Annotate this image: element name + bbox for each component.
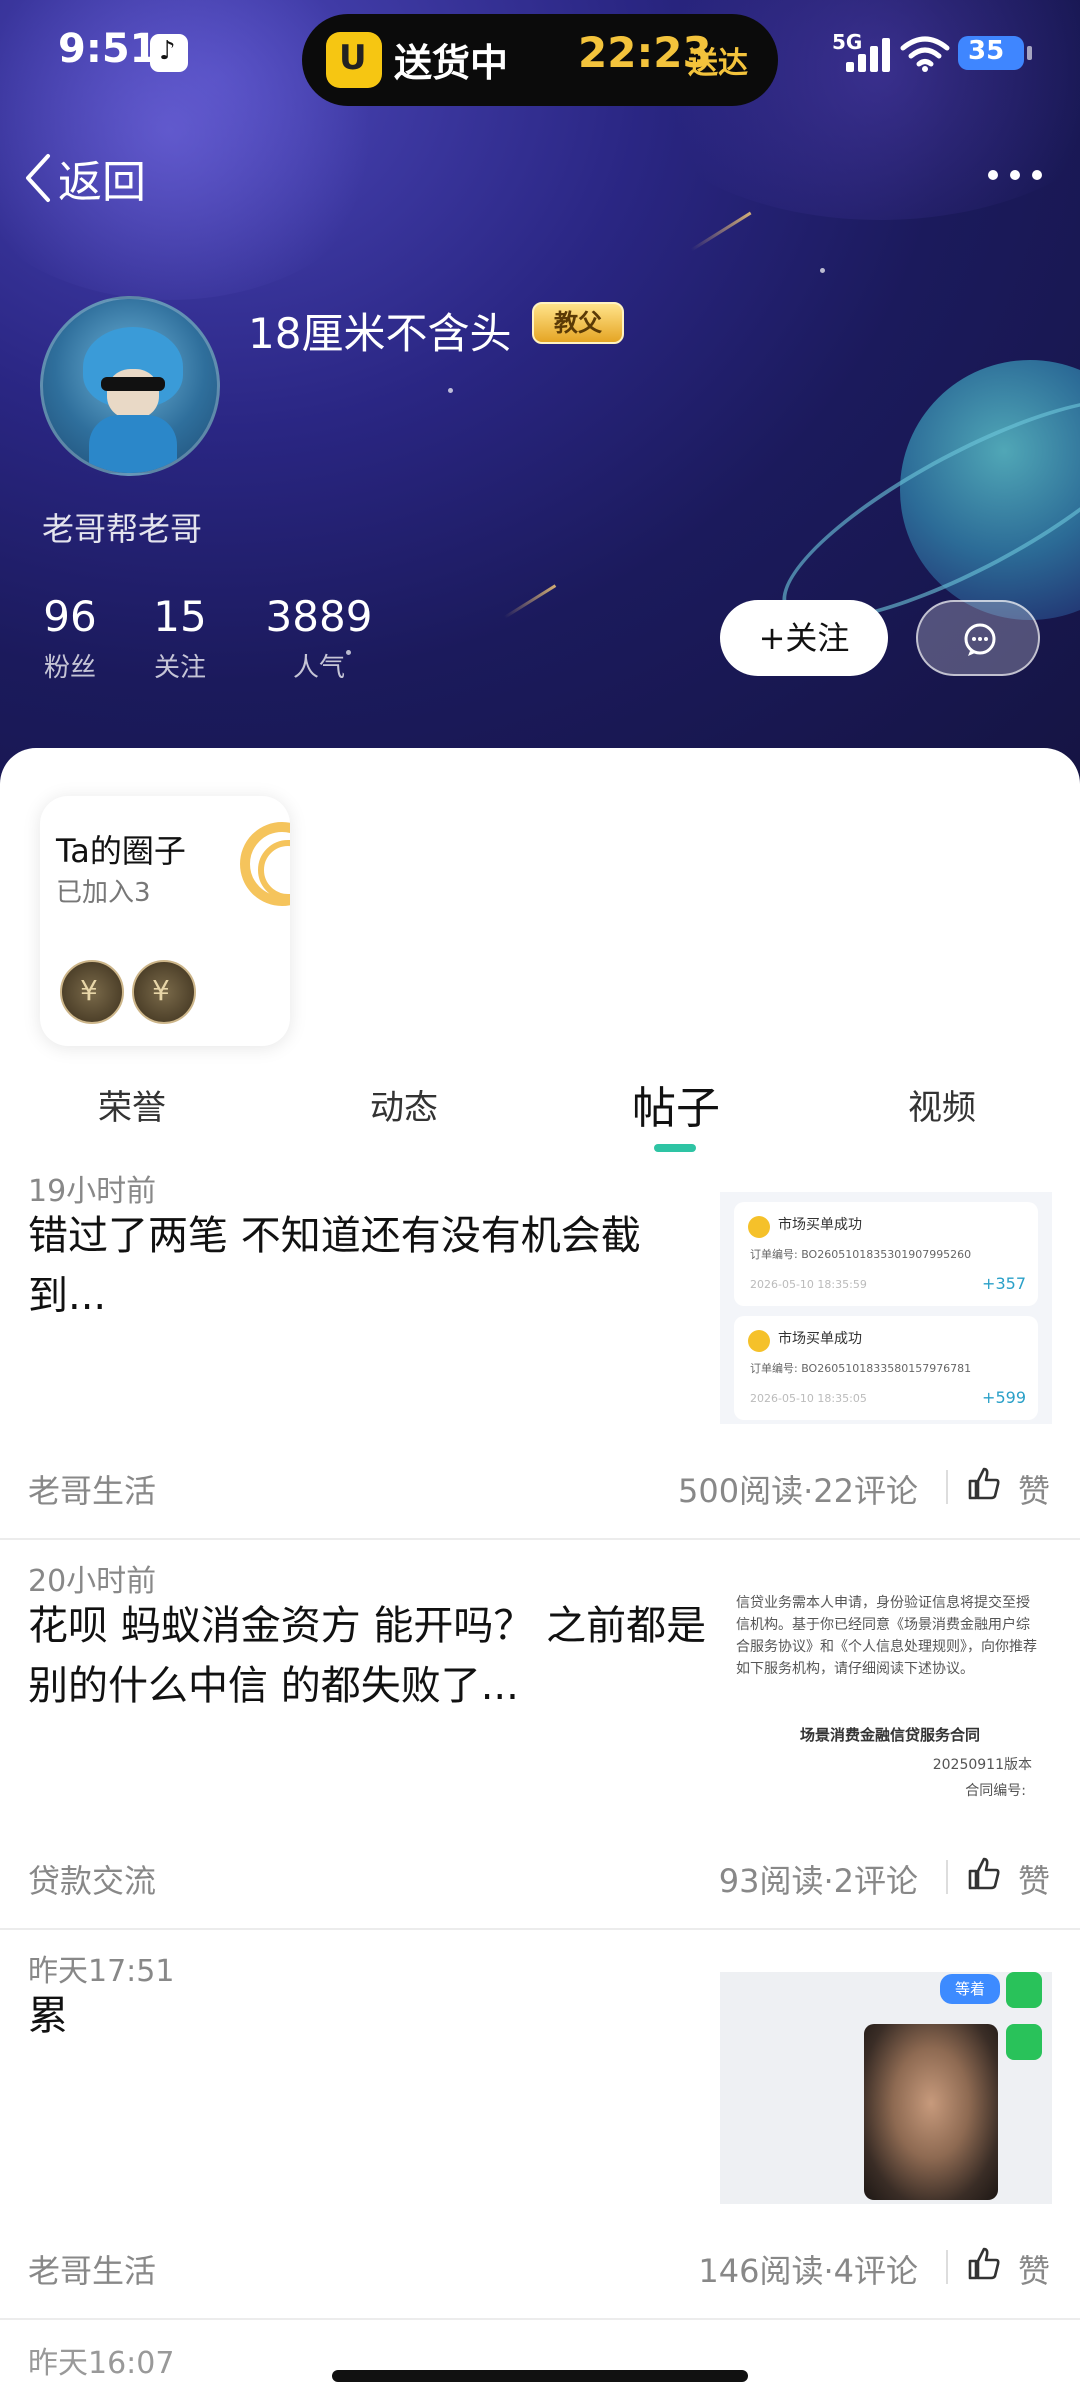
more-dot-icon <box>988 170 998 180</box>
post-circle-tag[interactable]: 老哥生活 <box>28 2246 156 2292</box>
document-version: 20250911版本 <box>932 1757 1032 1773</box>
thumbs-up-icon[interactable] <box>966 1856 1002 1892</box>
divider <box>946 1470 948 1504</box>
post-thumbnail[interactable]: 信贷业务需本人申请，身份验证信息将提交至授信机构。基于你已经同意《场景消费金融用… <box>720 1582 1052 1814</box>
dynamic-island-delivery[interactable]: U 送货中 22:23 送达 <box>302 14 778 106</box>
post-stats: 146阅读·4评论 <box>698 2252 918 2290</box>
circle-coin-icon[interactable]: ¥ <box>60 960 124 1024</box>
order-title: 市场买单成功 <box>778 1217 862 1233</box>
order-icon <box>748 1216 770 1238</box>
post-thumbnail[interactable]: 市场买单成功 订单编号: BO2605101835301907995260 20… <box>720 1192 1052 1424</box>
post-text[interactable]: 花呗 蚂蚁消金资方 能开吗？ 之前都是 别的什么中信 的都失败了... <box>28 1596 708 1716</box>
post-time: 20小时前 <box>28 1564 157 1599</box>
meteor-decoration <box>690 211 752 252</box>
battery-icon: 35 <box>958 36 1032 70</box>
post-stats: 500阅读·22评论 <box>678 1472 918 1510</box>
tab-videos[interactable]: 视频 <box>908 1080 976 1129</box>
order-amount: +357 <box>982 1274 1026 1293</box>
user-bio: 老哥帮老哥 <box>42 510 203 548</box>
post-time: 19小时前 <box>28 1174 157 1209</box>
message-button[interactable] <box>916 600 1040 676</box>
order-card: 市场买单成功 订单编号: BO2605101833580157976781 20… <box>734 1316 1038 1420</box>
stat-value: 3889 <box>265 592 373 641</box>
username: 18厘米不含头 <box>248 309 512 358</box>
battery-level: 35 <box>968 36 1005 66</box>
stat-label: 关注 <box>153 653 206 683</box>
order-id: 订单编号: BO2605101835301907995260 <box>750 1248 972 1261</box>
circles-card[interactable]: Ta的圈子 已加入3 ¥ ¥ <box>40 796 290 1046</box>
delivery-status: 送货中 <box>394 41 509 85</box>
like-label[interactable]: 赞 <box>1018 1856 1050 1902</box>
circles-joined-count: 已加入3 <box>56 878 151 908</box>
post-item[interactable]: 昨天17:51 累 等着 老哥生活 146阅读·4评论 赞 <box>0 1932 1080 2320</box>
stat-value: 15 <box>153 592 207 641</box>
order-title: 市场买单成功 <box>778 1331 862 1347</box>
post-item[interactable]: 19小时前 错过了两笔 不知道还有没有机会截到... 市场买单成功 订单编号: … <box>0 1152 1080 1540</box>
circles-title: Ta的圈子 <box>56 832 186 870</box>
thumbs-up-icon[interactable] <box>966 1466 1002 1502</box>
post-text[interactable]: 累 <box>28 1986 708 2046</box>
order-date: 2026-05-10 18:35:05 <box>750 1392 867 1405</box>
stat-following[interactable]: 15 关注 <box>150 592 210 684</box>
tiktok-icon <box>150 34 188 72</box>
tab-activity[interactable]: 动态 <box>370 1080 438 1129</box>
active-tab-indicator <box>654 1144 696 1152</box>
wifi-icon <box>900 36 950 72</box>
delivery-app-icon: U <box>326 32 382 88</box>
stat-popularity: 3889 人气 <box>262 592 376 684</box>
post-stats: 93阅读·2评论 <box>718 1862 918 1900</box>
delivery-eta-label: 送达 <box>688 46 748 81</box>
post-item[interactable]: 20小时前 花呗 蚂蚁消金资方 能开吗？ 之前都是 别的什么中信 的都失败了..… <box>0 1542 1080 1930</box>
chat-avatar <box>1006 1972 1042 2008</box>
home-indicator[interactable] <box>332 2370 748 2382</box>
video-thumbnail-photo <box>864 2024 998 2200</box>
circle-coin-icon[interactable]: ¥ <box>132 960 196 1024</box>
stat-value: 96 <box>43 592 97 641</box>
post-text[interactable]: 错过了两笔 不知道还有没有机会截到... <box>28 1206 708 1326</box>
thumbs-up-icon[interactable] <box>966 2246 1002 2282</box>
status-time: 9:51 <box>58 26 158 72</box>
stat-label: 人气 <box>292 653 345 683</box>
tab-honors[interactable]: 荣誉 <box>98 1080 166 1129</box>
more-options-button[interactable] <box>988 162 1044 188</box>
order-date: 2026-05-10 18:35:59 <box>750 1278 867 1291</box>
document-title: 场景消费金融信贷服务合同 <box>800 1726 981 1744</box>
follow-button[interactable]: +关注 <box>720 600 888 676</box>
avatar[interactable] <box>40 296 220 476</box>
like-label[interactable]: 赞 <box>1018 2246 1050 2292</box>
circle-logo-icon <box>240 822 290 906</box>
divider <box>946 2250 948 2284</box>
order-amount: +599 <box>982 1388 1026 1407</box>
chat-bubble: 等着 <box>940 1974 1000 2004</box>
post-thumbnail[interactable]: 等着 <box>720 1972 1052 2204</box>
more-dot-icon <box>1010 170 1020 180</box>
order-icon <box>748 1330 770 1352</box>
meteor-decoration <box>503 584 557 619</box>
post-time: 昨天16:07 <box>28 2346 175 2381</box>
more-dot-icon <box>1032 170 1042 180</box>
cellular-signal-icon <box>846 38 892 72</box>
like-label[interactable]: 赞 <box>1018 1466 1050 1512</box>
post-circle-tag[interactable]: 贷款交流 <box>28 1856 156 1902</box>
post-circle-tag[interactable]: 老哥生活 <box>28 1466 156 1512</box>
document-contract-no: 合同编号: <box>965 1783 1026 1799</box>
star-decoration <box>448 388 453 393</box>
stat-fans[interactable]: 96 粉丝 <box>40 592 100 684</box>
chevron-left-icon <box>26 154 50 202</box>
user-rank-badge[interactable]: 教父 <box>532 302 624 344</box>
back-label: 返回 <box>58 157 146 208</box>
post-time: 昨天17:51 <box>28 1954 175 1989</box>
order-card: 市场买单成功 订单编号: BO2605101835301907995260 20… <box>734 1202 1038 1306</box>
back-button[interactable]: 返回 <box>22 146 146 210</box>
document-text: 信贷业务需本人申请，身份验证信息将提交至授信机构。基于你已经同意《场景消费金融用… <box>736 1595 1037 1677</box>
order-id: 订单编号: BO2605101833580157976781 <box>750 1362 972 1375</box>
stat-label: 粉丝 <box>43 653 96 683</box>
star-decoration <box>820 268 825 273</box>
divider <box>946 1860 948 1894</box>
chat-avatar <box>1006 2024 1042 2060</box>
chat-bubble-icon <box>964 623 996 656</box>
tab-posts[interactable]: 帖子 <box>632 1072 720 1136</box>
